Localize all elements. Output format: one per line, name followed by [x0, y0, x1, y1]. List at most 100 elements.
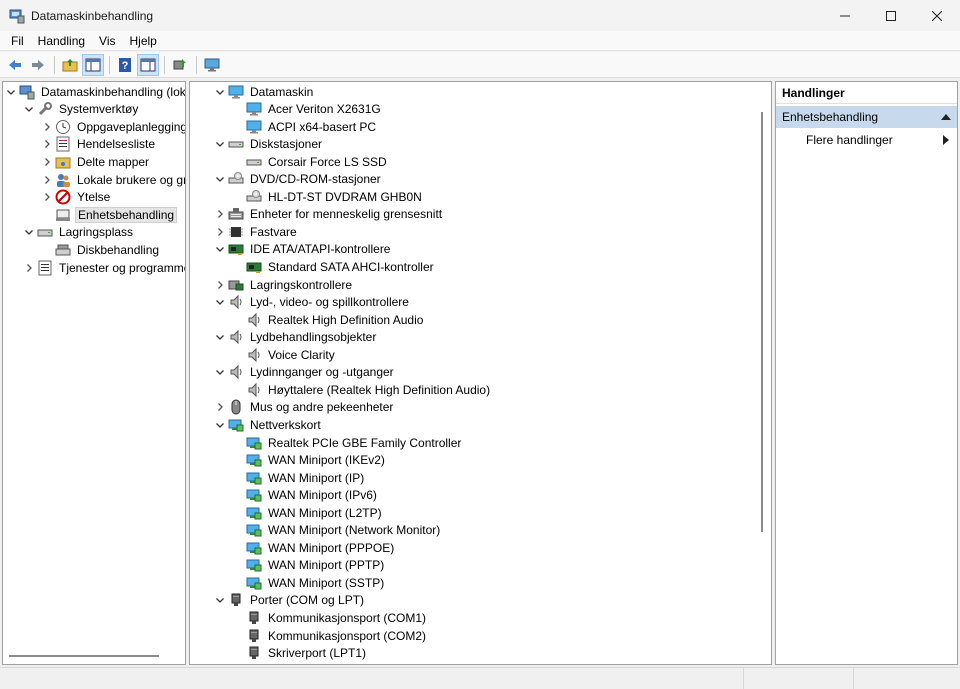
- chevron-right-icon[interactable]: [214, 206, 226, 223]
- help-button[interactable]: ?: [114, 54, 136, 76]
- device-tree-item-datamaskin[interactable]: Datamaskin: [214, 83, 315, 100]
- console-tree-item-lagringsplass[interactable]: Lagringsplass: [23, 224, 135, 241]
- device-tree-item-wan-miniport-pppoe[interactable]: WAN Miniport (PPPOE): [232, 539, 396, 556]
- console-tree-item-delte-mapper[interactable]: Delte mapper: [41, 153, 151, 170]
- shared-folder-icon: [55, 154, 71, 170]
- device-tree-item-høyttalere-realtek-high-definition-audio[interactable]: Høyttalere (Realtek High Definition Audi…: [232, 381, 492, 398]
- chevron-down-icon[interactable]: [214, 171, 226, 188]
- chevron-right-icon[interactable]: [41, 136, 53, 153]
- menu-view[interactable]: Vis: [92, 34, 122, 48]
- menu-action[interactable]: Handling: [31, 34, 92, 48]
- chevron-down-icon[interactable]: [214, 136, 226, 153]
- device-tree-item-dvd-cd-rom-stasjoner[interactable]: DVD/CD-ROM-stasjoner: [214, 171, 383, 188]
- forward-button[interactable]: [27, 54, 49, 76]
- console-tree-item-enhetsbehandling[interactable]: Enhetsbehandling: [41, 206, 178, 223]
- device-tree-item-lydinnganger-og-utganger[interactable]: Lydinnganger og -utganger: [214, 364, 396, 381]
- more-actions-item[interactable]: Flere handlinger: [776, 130, 957, 150]
- device-tree-item-hl-dt-st-dvdram-ghb0n[interactable]: HL-DT-ST DVDRAM GHB0N: [232, 188, 424, 205]
- actions-group-device-manager[interactable]: Enhetsbehandling: [776, 106, 957, 128]
- chevron-right-icon[interactable]: [41, 171, 53, 188]
- chevron-right-icon[interactable]: [23, 259, 35, 276]
- console-tree-item-ytelse[interactable]: Ytelse: [41, 189, 112, 206]
- device-tree-item-standard-sata-ahci-kontroller[interactable]: Standard SATA AHCI-kontroller: [232, 259, 436, 276]
- chevron-right-icon[interactable]: [41, 153, 53, 170]
- chevron-right-icon[interactable]: [214, 276, 226, 293]
- device-tree-item-wan-miniport-sstp[interactable]: WAN Miniport (SSTP): [232, 574, 386, 591]
- help-icon: ?: [119, 57, 131, 72]
- device-properties-button[interactable]: [201, 54, 223, 76]
- device-tree-item-porter-com-og-lpt[interactable]: Porter (COM og LPT): [214, 592, 366, 609]
- device-tree-item-wan-miniport-network-monitor[interactable]: WAN Miniport (Network Monitor): [232, 522, 442, 539]
- chevron-down-icon[interactable]: [214, 364, 226, 381]
- up-one-level-button[interactable]: [59, 54, 81, 76]
- device-tree-item-wan-miniport-pptp[interactable]: WAN Miniport (PPTP): [232, 557, 386, 574]
- monitor-icon: [246, 119, 262, 135]
- device-tree-item-ide-ata-atapi-kontrollere[interactable]: IDE ATA/ATAPI-kontrollere: [214, 241, 392, 258]
- device-tree-item-diskstasjoner[interactable]: Diskstasjoner: [214, 136, 324, 153]
- console-tree-item-oppgaveplanlegging[interactable]: Oppgaveplanlegging: [41, 118, 185, 135]
- chevron-right-icon[interactable]: [41, 118, 53, 135]
- network-adapter-icon: [228, 417, 244, 433]
- vertical-scrollbar[interactable]: [761, 112, 763, 532]
- device-tree-item-wan-miniport-ip[interactable]: WAN Miniport (IP): [232, 469, 366, 486]
- tree-item-label: WAN Miniport (IP): [268, 470, 365, 485]
- device-tree-item-wan-miniport-l2tp[interactable]: WAN Miniport (L2TP): [232, 504, 384, 521]
- tree-item-label: Tjenester og programmer: [59, 260, 186, 275]
- device-tree-item-corsair-force-ls-ssd[interactable]: Corsair Force LS SSD: [232, 153, 389, 170]
- chevron-down-icon[interactable]: [214, 416, 226, 433]
- console-tree-item-lokale-brukere-og-grupp[interactable]: Lokale brukere og grupp: [41, 171, 185, 188]
- device-tree-item-acpi-x64-basert-pc[interactable]: ACPI x64-basert PC: [232, 118, 378, 135]
- monitor-icon: [246, 101, 262, 117]
- tree-item-label: Hendelsesliste: [77, 137, 156, 152]
- device-tree-item-kommunikasjonsport-com1[interactable]: Kommunikasjonsport (COM1): [232, 610, 428, 627]
- menu-file[interactable]: Fil: [4, 34, 31, 48]
- chevron-down-icon[interactable]: [214, 294, 226, 311]
- device-tree-item-lyd-video-og-spillkontrollere[interactable]: Lyd-, video- og spillkontrollere: [214, 294, 411, 311]
- chevron-down-icon[interactable]: [214, 83, 226, 100]
- console-tree-item-systemverktøy[interactable]: Systemverktøy: [23, 101, 140, 118]
- chevron-down-icon[interactable]: [214, 241, 226, 258]
- chevron-down-icon[interactable]: [5, 83, 17, 100]
- device-tree-item-lydbehandlingsobjekter[interactable]: Lydbehandlingsobjekter: [214, 329, 378, 346]
- device-tree-item-acer-veriton-x2631g[interactable]: Acer Veriton X2631G: [232, 101, 383, 118]
- chevron-down-icon[interactable]: [214, 592, 226, 609]
- tree-item-label: Datamaskin: [250, 84, 314, 99]
- device-tree-item-kommunikasjonsport-com2[interactable]: Kommunikasjonsport (COM2): [232, 627, 428, 644]
- device-tree-item-mus-og-andre-pekeenheter[interactable]: Mus og andre pekeenheter: [214, 399, 395, 416]
- device-tree-item-fastvare[interactable]: Fastvare: [214, 223, 299, 240]
- chevron-right-icon[interactable]: [214, 223, 226, 240]
- chevron-down-icon[interactable]: [23, 224, 35, 241]
- close-button[interactable]: [914, 0, 960, 31]
- show-hide-action-pane-button[interactable]: [137, 53, 159, 76]
- device-tree-item-realtek-pcie-gbe-family-controller[interactable]: Realtek PCIe GBE Family Controller: [232, 434, 463, 451]
- device-tree-item-enheter-for-menneskelig-grensesnitt[interactable]: Enheter for menneskelig grensesnitt: [214, 206, 444, 223]
- console-tree-item-diskbehandling[interactable]: Diskbehandling: [41, 241, 161, 258]
- device-tree-item-nettverkskort[interactable]: Nettverkskort: [214, 416, 323, 433]
- show-hide-console-tree-button[interactable]: [82, 53, 104, 76]
- horizontal-scrollbar[interactable]: [9, 655, 159, 657]
- device-tree-item-skriverport-lpt1[interactable]: Skriverport (LPT1): [232, 645, 368, 662]
- device-manager-icon: [55, 207, 71, 223]
- device-tree-item-wan-miniport-ipv6[interactable]: WAN Miniport (IPv6): [232, 487, 379, 504]
- device-tree-item-voice-clarity[interactable]: Voice Clarity: [232, 346, 337, 363]
- chevron-right-icon[interactable]: [41, 189, 53, 206]
- minimize-button[interactable]: [822, 0, 868, 31]
- chevron-down-icon[interactable]: [23, 101, 35, 118]
- port-icon: [246, 645, 262, 661]
- console-tree-item-hendelsesliste[interactable]: Hendelsesliste: [41, 136, 157, 153]
- device-tree-item-realtek-high-definition-audio[interactable]: Realtek High Definition Audio: [232, 311, 425, 328]
- chevron-right-icon[interactable]: [214, 399, 226, 416]
- device-tree-item-lagringskontrollere[interactable]: Lagringskontrollere: [214, 276, 354, 293]
- maximize-button[interactable]: [868, 0, 914, 31]
- chevron-down-icon[interactable]: [214, 329, 226, 346]
- scan-hardware-button[interactable]: [169, 54, 191, 76]
- device-tree-item-wan-miniport-ikev2[interactable]: WAN Miniport (IKEv2): [232, 452, 387, 469]
- menu-help[interactable]: Hjelp: [123, 34, 164, 48]
- console-tree-item-datamaskinbehandling-lokal[interactable]: Datamaskinbehandling (lokal): [5, 83, 185, 100]
- back-button[interactable]: [4, 54, 26, 76]
- console-tree-item-tjenester-og-programmer[interactable]: Tjenester og programmer: [23, 259, 186, 276]
